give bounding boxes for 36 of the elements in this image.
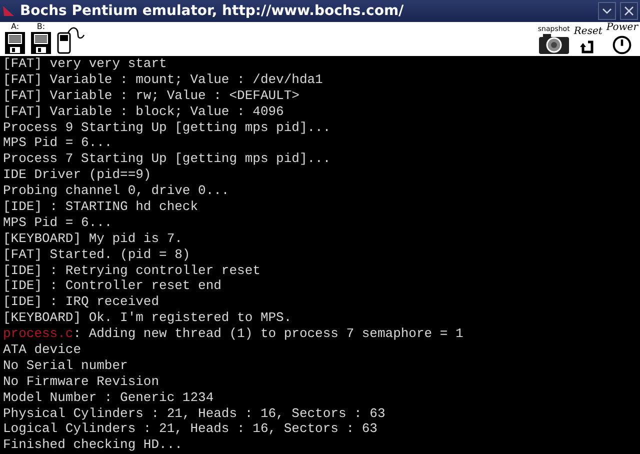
close-button[interactable] [620,2,638,20]
reset-icon [580,39,596,55]
reset-button[interactable]: Reset [574,23,602,55]
console-tag: process.c [3,326,74,342]
console-line: : Adding new thread (1) to process 7 semaphore = 1 [73,326,464,342]
console-line: MPS Pid = 6... [3,135,112,150]
window-title: Bochs Pentium emulator, http://www.bochs.com/ [20,3,404,19]
console-line: [KEYBOARD] My pid is 7. [3,230,182,246]
console-line: Process 7 Starting Up [getting mps pid]... [3,151,331,166]
console-line: [FAT] very very start [3,56,167,71]
console-line: Probing channel 0, drive 0... [3,183,230,198]
console-line: No Serial number [3,358,128,373]
console-line: [FAT] Variable : block; Value : 4096 [3,104,284,119]
console-line: [IDE] : STARTING hd check [3,199,198,214]
console-line: [IDE] : Controller reset end [3,278,222,294]
app-icon [2,4,16,18]
console-line: [FAT] Started. (pid = 8) [3,246,190,262]
console-line: IDE Driver (pid==9) [3,167,152,182]
console-line: [IDE] : IRQ received [3,294,160,310]
console-line: MPS Pid = 6... [3,214,112,230]
console-line: [FAT] Variable : mount; Value : /dev/hda1 [3,72,323,87]
console-line: ATA device [3,342,82,358]
console-line: Physical Cylinders : 21, Heads : 16, Sectors : 63 [3,406,386,421]
console-line: [KEYBOARD] Ok. I'm registered to MPS. [3,310,292,326]
floppy-button[interactable]: B: [30,23,52,55]
console-line: [FAT] Variable : rw; Value : <DEFAULT> [3,88,300,103]
console-line: Process 9 Starting Up [getting mps pid]... [3,120,331,135]
console-line: No Firmware Revision [3,374,160,389]
minimize-button[interactable] [598,2,616,20]
close-icon [623,5,635,17]
power-button[interactable]: Power [606,23,638,55]
console-line: Finished checking HD... [3,437,182,452]
console-line: Model Number : Generic 1234 [3,390,214,405]
console-line: [IDE] : Retrying controller reset [3,262,260,278]
console-line: Logical Cylinders : 21, Heads : 16, Sectors : 63 [3,421,378,436]
floppy-button[interactable]: A: [4,23,26,55]
